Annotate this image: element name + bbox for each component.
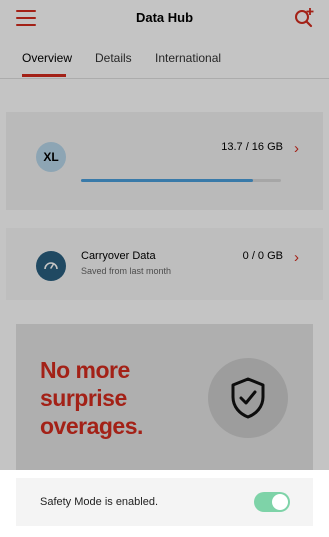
safety-mode-sheet: Safety Mode is enabled.: [0, 470, 329, 537]
page: Data Hub Overview Details International …: [0, 0, 329, 537]
safety-mode-toggle[interactable]: [254, 492, 290, 512]
modal-overlay[interactable]: [0, 0, 329, 537]
safety-mode-row: Safety Mode is enabled.: [16, 478, 313, 526]
toggle-knob: [272, 494, 288, 510]
safety-mode-label: Safety Mode is enabled.: [40, 496, 159, 508]
